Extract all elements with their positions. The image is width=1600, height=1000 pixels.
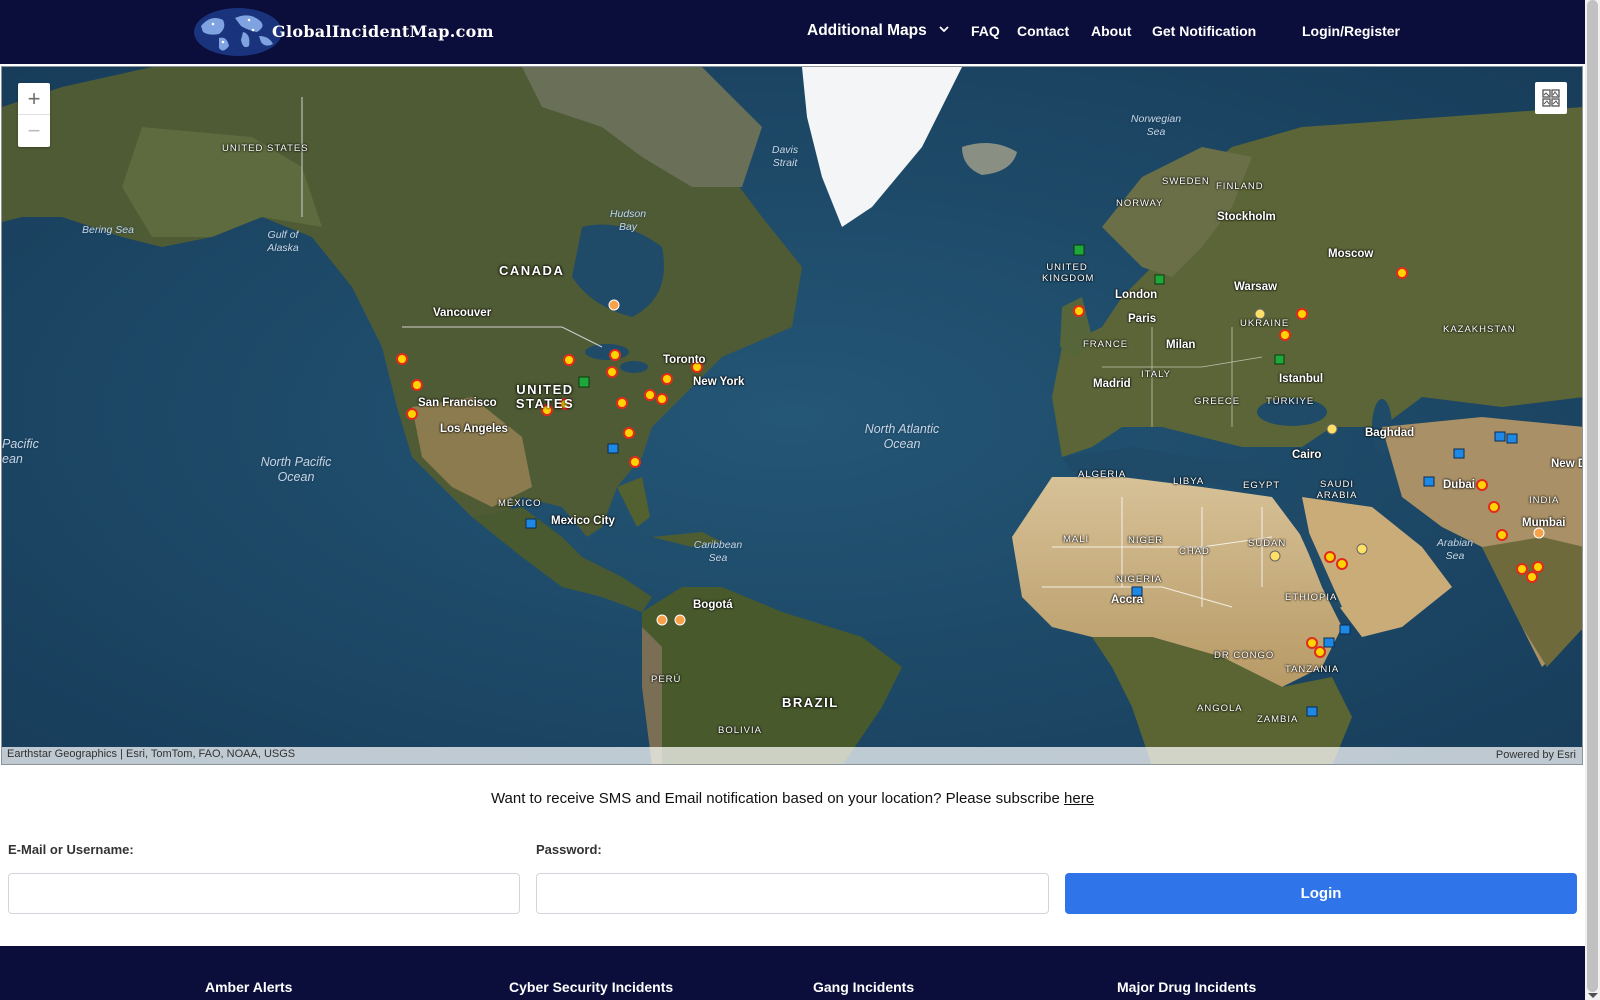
site-header: GlobalIncidentMap.com Additional Maps FA… (0, 0, 1585, 64)
nav-get-notification[interactable]: Get Notification (1152, 23, 1256, 39)
main-nav: Additional Maps FAQ Contact About Get No… (0, 0, 1585, 64)
footer-link-cyber-security[interactable]: Cyber Security Incidents (509, 979, 673, 995)
page: GlobalIncidentMap.com Additional Maps FA… (0, 0, 1600, 1000)
nav-additional-maps-label: Additional Maps (807, 22, 927, 39)
nav-contact[interactable]: Contact (1017, 23, 1069, 39)
nav-about[interactable]: About (1091, 23, 1131, 39)
powered-by-esri[interactable]: Powered by Esri (1496, 749, 1576, 761)
scrollbar-thumb[interactable] (1587, 0, 1598, 992)
page-scrollbar[interactable] (1585, 0, 1600, 1000)
basemap-gallery-icon (1542, 89, 1560, 107)
zoom-out-button[interactable]: − (18, 115, 50, 147)
nav-faq[interactable]: FAQ (971, 23, 1000, 39)
zoom-in-button[interactable]: + (18, 83, 50, 115)
footer-link-major-drug[interactable]: Major Drug Incidents (1117, 979, 1256, 995)
subscribe-message: Want to receive SMS and Email notificati… (0, 790, 1585, 807)
chevron-down-icon (939, 26, 949, 33)
nav-login-register[interactable]: Login/Register (1302, 23, 1400, 39)
subscribe-text: Want to receive SMS and Email notificati… (490, 790, 1065, 807)
username-label: E-Mail or Username: (8, 842, 134, 857)
site-footer: Amber Alerts Cyber Security Incidents Ga… (0, 946, 1585, 1000)
map-basemap (2, 67, 1582, 764)
username-input[interactable] (8, 873, 520, 914)
footer-link-gang-incidents[interactable]: Gang Incidents (813, 979, 914, 995)
login-button[interactable]: Login (1065, 873, 1577, 914)
password-input[interactable] (536, 873, 1049, 914)
scroll-down-arrow-icon[interactable] (1588, 993, 1598, 998)
basemap-toggle-button[interactable] (1535, 82, 1567, 114)
map-attribution-bar: Earthstar Geographics | Esri, TomTom, FA… (2, 747, 1582, 764)
incident-map[interactable]: UNITED STATES CANADA UNITED STATES MÉXIC… (1, 66, 1583, 765)
nav-additional-maps[interactable]: Additional Maps (807, 22, 949, 40)
zoom-control: + − (18, 83, 50, 147)
subscribe-link[interactable]: here (1064, 790, 1094, 807)
map-attribution[interactable]: Earthstar Geographics | Esri, TomTom, FA… (7, 748, 295, 760)
footer-link-amber-alerts[interactable]: Amber Alerts (205, 979, 292, 995)
password-label: Password: (536, 842, 602, 857)
